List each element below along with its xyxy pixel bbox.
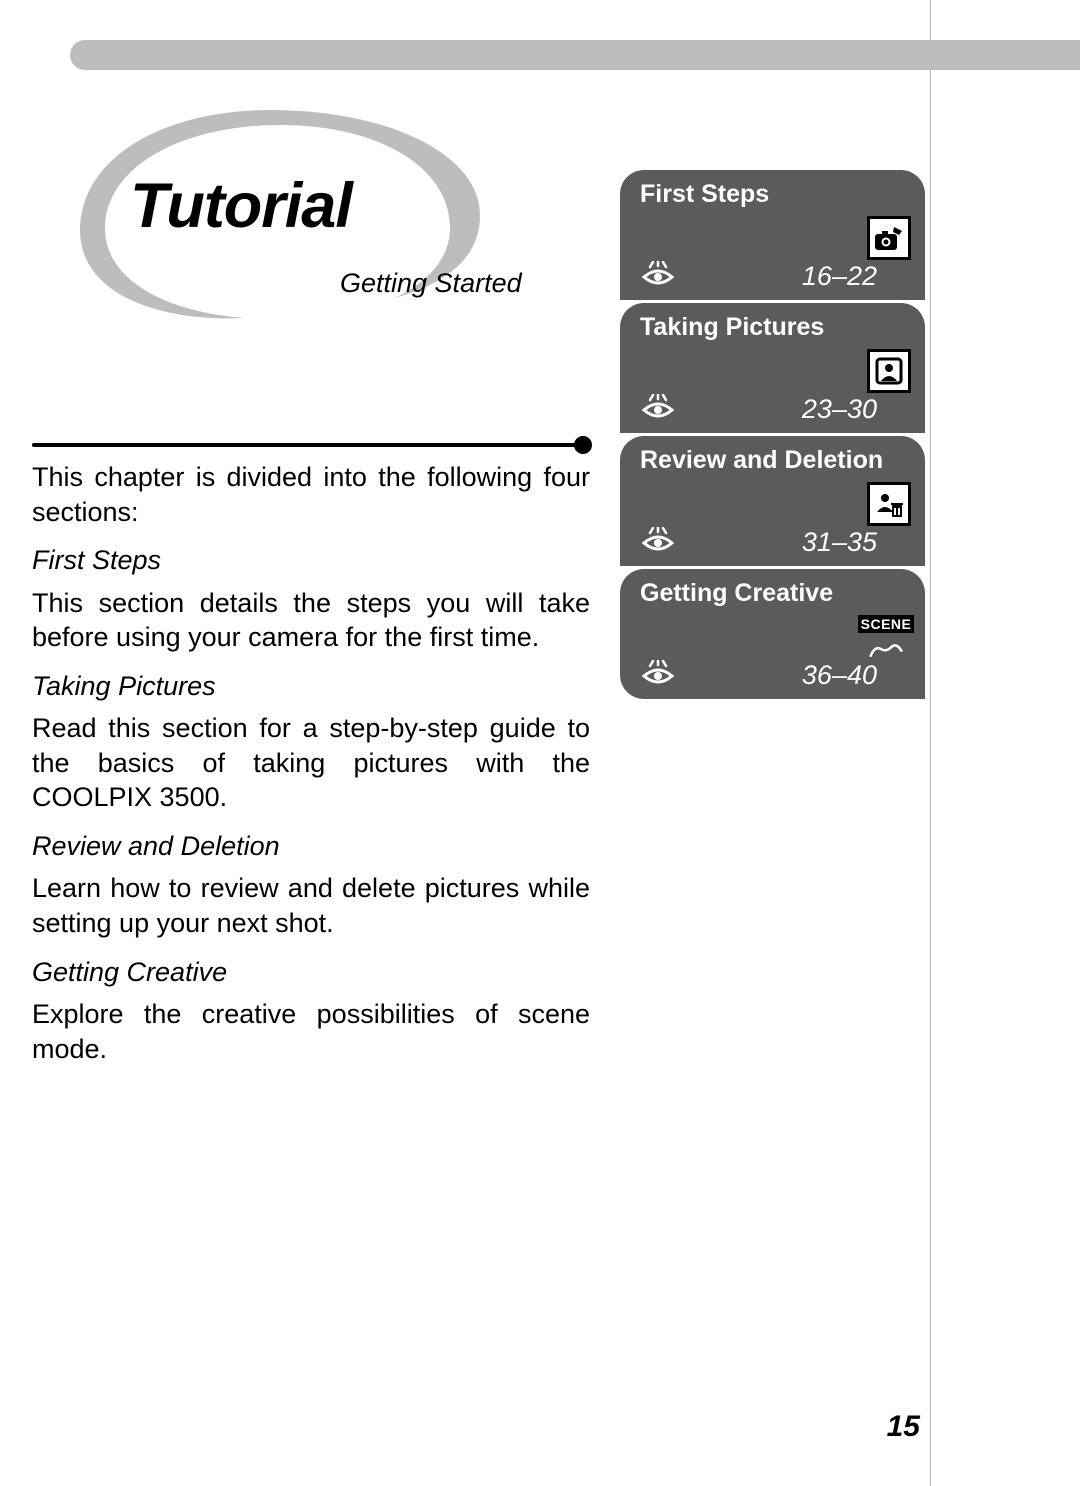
page-ref-icon	[640, 394, 676, 425]
section-index-sidebar: First Steps 16–22 Taking Pictures 23–30 …	[620, 170, 925, 699]
section-text: Read this section for a step-by-step gui…	[32, 711, 590, 815]
page-subtitle: Getting Started	[340, 268, 522, 299]
sidebar-card-review-deletion: Review and Deletion 31–35	[620, 436, 925, 566]
body-text: This chapter is divided into the followi…	[32, 460, 590, 1074]
camera-hand-icon	[867, 216, 911, 260]
page-ref-icon	[640, 660, 676, 691]
sidebar-card-first-steps: First Steps 16–22	[620, 170, 925, 300]
page-number: 15	[887, 1410, 920, 1444]
section-heading: Review and Deletion	[32, 829, 590, 864]
page-ref-icon	[640, 527, 676, 558]
sidebar-card-getting-creative: Getting Creative SCENE 36–40	[620, 569, 925, 699]
portrait-icon	[867, 349, 911, 393]
sidebar-card-taking-pictures: Taking Pictures 23–30	[620, 303, 925, 433]
scene-label: SCENE	[858, 615, 915, 633]
section-heading: Getting Creative	[32, 955, 590, 990]
section-heading: Taking Pictures	[32, 669, 590, 704]
page-edge-shadow	[930, 0, 1080, 1486]
section-divider	[32, 440, 592, 448]
page-title: Tutorial	[130, 170, 352, 242]
section-text: This section details the steps you will …	[32, 586, 590, 655]
intro-paragraph: This chapter is divided into the followi…	[32, 460, 590, 529]
page-range: 31–35	[802, 527, 877, 558]
scene-icon: SCENE	[861, 615, 911, 665]
section-text: Learn how to review and delete pictures …	[32, 871, 590, 940]
section-text: Explore the creative possibilities of sc…	[32, 997, 590, 1066]
header-bar	[70, 40, 1080, 70]
card-title: Taking Pictures	[640, 313, 911, 342]
page-range: 36–40	[802, 660, 877, 691]
page-ref-icon	[640, 261, 676, 292]
page-range: 23–30	[802, 394, 877, 425]
card-title: First Steps	[640, 180, 911, 209]
review-delete-icon	[867, 482, 911, 526]
card-title: Getting Creative	[640, 579, 911, 608]
section-heading: First Steps	[32, 543, 590, 578]
card-title: Review and Deletion	[640, 446, 911, 475]
page-range: 16–22	[802, 261, 877, 292]
